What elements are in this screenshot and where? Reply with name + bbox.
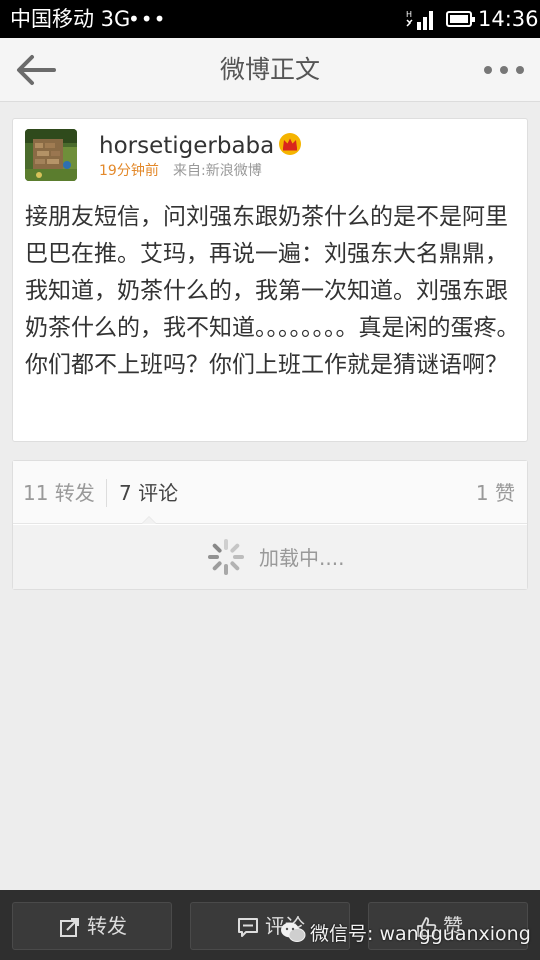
watermark-text: 微信号: wangguanxiong	[310, 922, 531, 945]
more-dots-icon[interactable]	[484, 58, 524, 82]
battery-icon	[446, 11, 475, 27]
signal-icon: H	[406, 10, 433, 30]
carrier-label: 中国移动 3G	[10, 7, 131, 31]
notification-dots: •••	[128, 7, 167, 31]
tab-reposts[interactable]: 11 转发	[23, 480, 95, 506]
page-title: 微博正文	[219, 55, 320, 84]
stats-tabs: 11 转发 7 评论 1 赞	[13, 461, 527, 524]
loading-row: 加载中....	[13, 525, 527, 589]
wechat-watermark: 微信号: wangguanxiong	[280, 916, 531, 948]
clock: 14:36	[478, 7, 539, 31]
wechat-icon	[281, 922, 306, 942]
post-time: 19分钟前	[99, 163, 159, 179]
tab-indicator	[141, 516, 157, 524]
loading-text: 加载中....	[259, 546, 345, 570]
avatar[interactable]	[25, 129, 77, 181]
tab-divider	[106, 479, 107, 507]
post-body: 接朋友短信，问刘强东跟奶茶什么的是不是阿里巴巴在推。艾玛，再说一遍：刘强东大名鼎…	[25, 204, 520, 378]
stats-card: 11 转发 7 评论 1 赞 加载中....	[12, 460, 528, 590]
post-card: horsetigerbaba 19分钟前 来自:新浪微博 接朋友短信，问刘强东跟…	[12, 118, 528, 442]
crown-icon	[279, 133, 301, 155]
tab-likes[interactable]: 1 赞	[476, 480, 515, 506]
repost-label: 转发	[87, 914, 127, 938]
username[interactable]: horsetigerbaba	[99, 132, 274, 160]
status-bar: 中国移动 3G ••• H 14:36	[0, 0, 540, 38]
tab-comments[interactable]: 7 评论	[119, 480, 178, 506]
comment-icon	[238, 918, 258, 937]
nav-bar: 微博正文	[0, 38, 540, 102]
post-source: 来自:新浪微博	[173, 163, 262, 179]
repost-button[interactable]: 转发	[12, 902, 172, 950]
spinner-icon	[208, 539, 244, 575]
repost-icon	[60, 918, 79, 937]
svg-text:H: H	[406, 10, 412, 19]
